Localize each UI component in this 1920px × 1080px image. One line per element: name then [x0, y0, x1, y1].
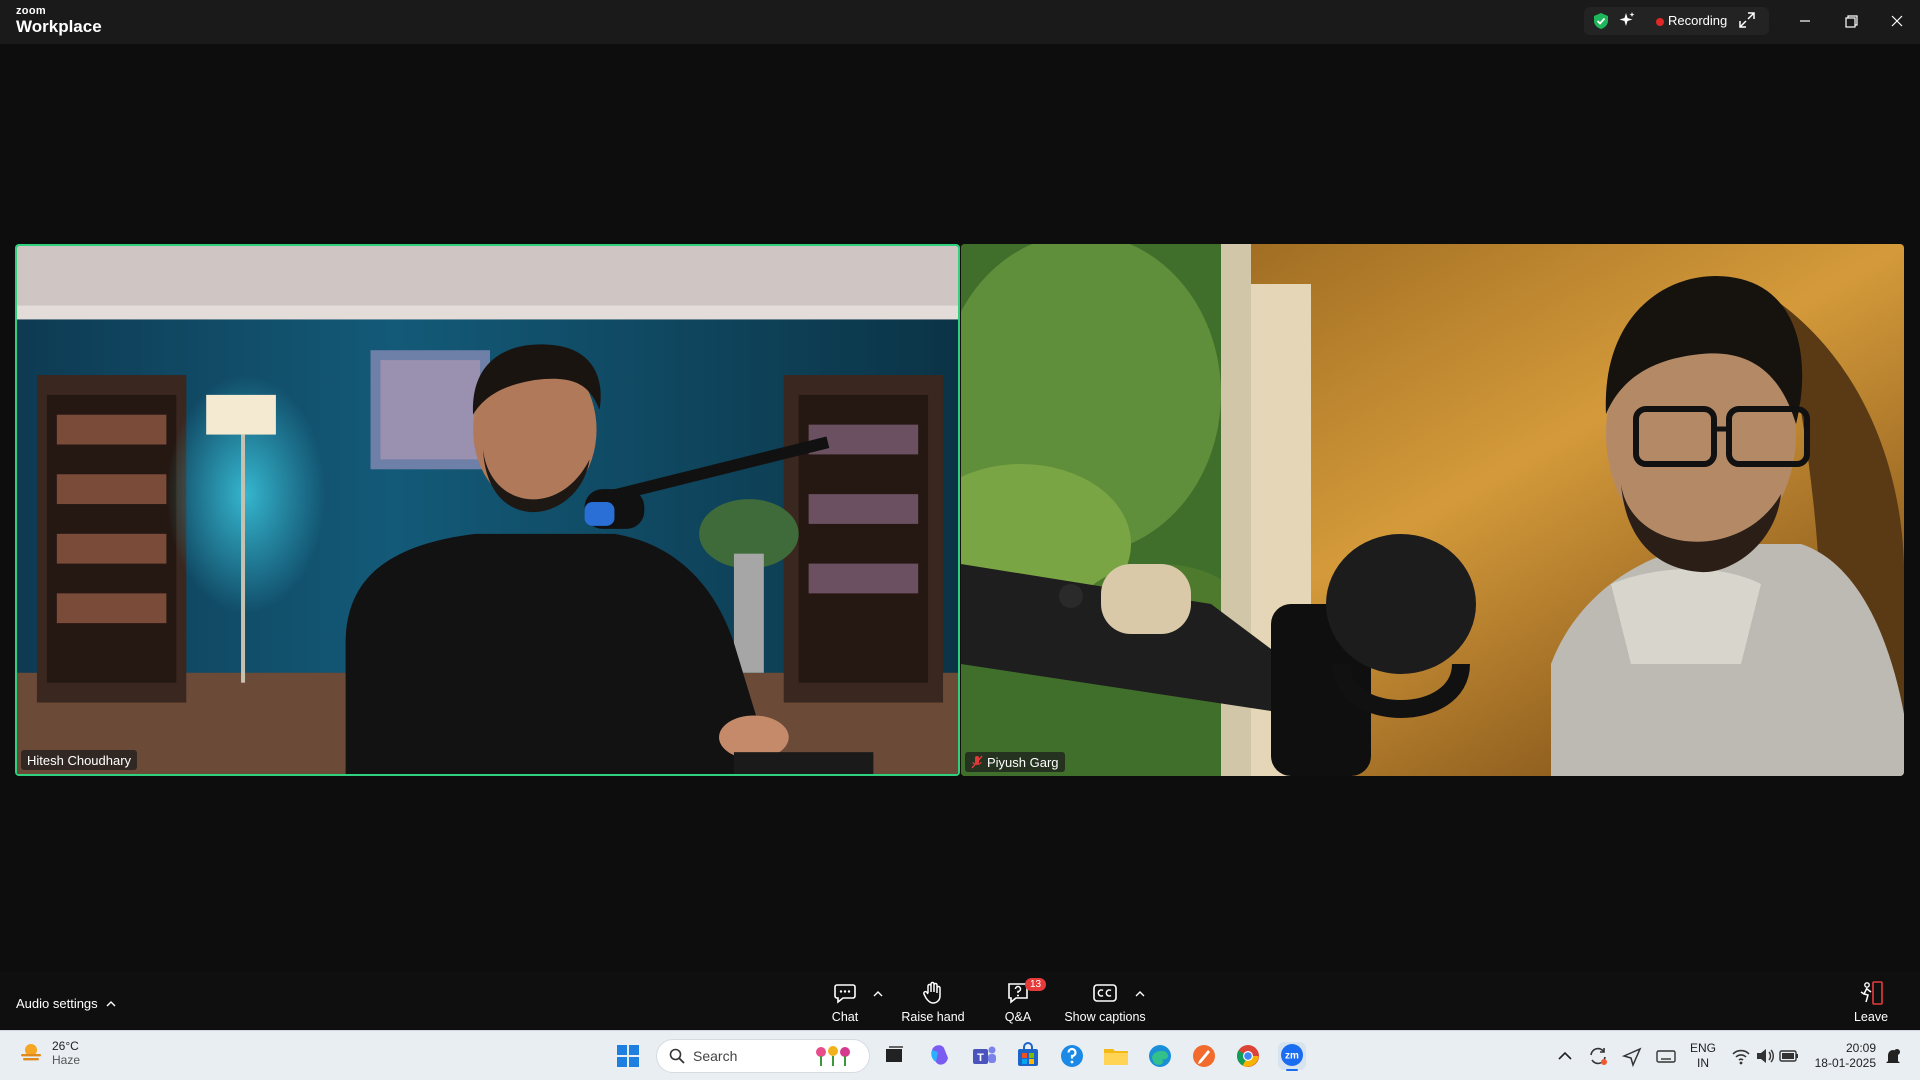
- audio-settings-label: Audio settings: [16, 996, 98, 1011]
- raise-hand-label: Raise hand: [901, 1010, 965, 1024]
- clock-date: 18-01-2025: [1814, 1056, 1876, 1070]
- system-clock[interactable]: 20:09 18-01-2025: [1810, 1041, 1876, 1071]
- title-bar: zoom Workplace Recording: [0, 0, 1920, 44]
- battery-icon[interactable]: [1778, 1040, 1800, 1072]
- meeting-toolbar: Audio settings Chat Raise hand Q&A 13 Sh…: [0, 972, 1920, 1030]
- captions-button[interactable]: Show captions: [1060, 980, 1150, 1024]
- participant-video: [961, 244, 1904, 776]
- captions-options-chevron-icon[interactable]: [1135, 990, 1145, 998]
- leave-label: Leave: [1853, 1010, 1889, 1024]
- chat-label: Chat: [831, 1010, 859, 1024]
- search-icon: [669, 1048, 685, 1064]
- captions-icon: [1093, 984, 1117, 1002]
- minimize-icon[interactable]: [1793, 10, 1817, 32]
- participant-name-tag: Piyush Garg: [965, 752, 1065, 772]
- participant-name: Piyush Garg: [987, 754, 1059, 770]
- location-icon[interactable]: [1620, 1040, 1644, 1072]
- store-icon[interactable]: [1012, 1040, 1044, 1072]
- leave-icon: [1860, 981, 1883, 1005]
- task-view-icon[interactable]: [878, 1040, 910, 1072]
- notification-bell-icon[interactable]: [1882, 1040, 1904, 1072]
- sync-icon[interactable]: [1586, 1040, 1610, 1072]
- shield-icon[interactable]: [1592, 12, 1610, 30]
- taskbar-search-input[interactable]: Search: [656, 1039, 870, 1073]
- zoom-logo: zoom Workplace: [16, 6, 102, 37]
- video-tile-piyush[interactable]: Piyush Garg: [961, 244, 1904, 776]
- edge-icon[interactable]: [1144, 1040, 1176, 1072]
- raise-hand-button[interactable]: Raise hand: [888, 980, 978, 1024]
- chat-icon: [834, 984, 856, 1004]
- svg-text:T: T: [977, 1052, 984, 1064]
- qa-button[interactable]: Q&A 13: [973, 978, 1063, 1024]
- hand-icon: [923, 981, 941, 1004]
- tray-overflow-chevron-icon[interactable]: [1554, 1040, 1576, 1072]
- svg-text:zm: zm: [1285, 1051, 1299, 1062]
- audio-settings-button[interactable]: Audio settings: [16, 996, 116, 1011]
- teams-icon[interactable]: T: [968, 1040, 1000, 1072]
- lang-region: IN: [1697, 1056, 1709, 1070]
- captions-label: Show captions: [1064, 1010, 1146, 1024]
- close-icon[interactable]: [1885, 10, 1909, 32]
- chat-button[interactable]: Chat: [800, 980, 890, 1024]
- zoom-app-icon[interactable]: zm: [1276, 1040, 1308, 1072]
- chat-options-chevron-icon[interactable]: [873, 990, 883, 998]
- qa-count-badge: 13: [1025, 978, 1047, 991]
- chevron-up-icon: [106, 1000, 116, 1006]
- leave-button[interactable]: Leave: [1826, 980, 1916, 1024]
- windows-start-icon[interactable]: [612, 1040, 644, 1072]
- restore-icon[interactable]: [1839, 10, 1863, 32]
- windows-taskbar: 26°C Haze Search T zm ENG IN 20:09 18-01…: [0, 1030, 1920, 1080]
- tulips-highlight-icon: [816, 1046, 850, 1066]
- chrome-icon[interactable]: [1232, 1040, 1264, 1072]
- search-placeholder: Search: [693, 1048, 738, 1064]
- haze-sun-icon: [21, 1044, 41, 1061]
- fullscreen-icon[interactable]: [1738, 11, 1756, 29]
- brand-big: Workplace: [16, 17, 102, 36]
- lang-code: ENG: [1689, 1041, 1716, 1055]
- qa-label: Q&A: [1004, 1010, 1032, 1024]
- recording-label[interactable]: Recording: [1668, 13, 1727, 28]
- input-language[interactable]: ENG IN: [1688, 1041, 1718, 1071]
- video-tile-hitesh[interactable]: Hitesh Choudhary: [15, 244, 960, 776]
- wifi-icon[interactable]: [1730, 1040, 1752, 1072]
- weather-condition: Haze: [52, 1053, 81, 1067]
- brand-small: zoom: [16, 5, 46, 17]
- weather-widget[interactable]: 26°C Haze: [18, 1039, 80, 1067]
- volume-icon[interactable]: [1754, 1040, 1776, 1072]
- keyboard-icon[interactable]: [1654, 1040, 1678, 1072]
- copilot-icon[interactable]: [924, 1040, 956, 1072]
- clock-time: 20:09: [1845, 1041, 1876, 1055]
- participant-name: Hitesh Choudhary: [27, 752, 132, 768]
- file-explorer-icon[interactable]: [1100, 1040, 1132, 1072]
- participant-name-tag: Hitesh Choudhary: [21, 750, 138, 770]
- mic-muted-icon: [971, 755, 983, 769]
- ai-companion-icon[interactable]: [1618, 11, 1636, 29]
- participant-video: [17, 246, 958, 774]
- pen-app-icon[interactable]: [1188, 1040, 1220, 1072]
- weather-temp: 26°C: [52, 1039, 79, 1053]
- help-icon[interactable]: [1056, 1040, 1088, 1072]
- recording-dot-icon: [1656, 18, 1664, 26]
